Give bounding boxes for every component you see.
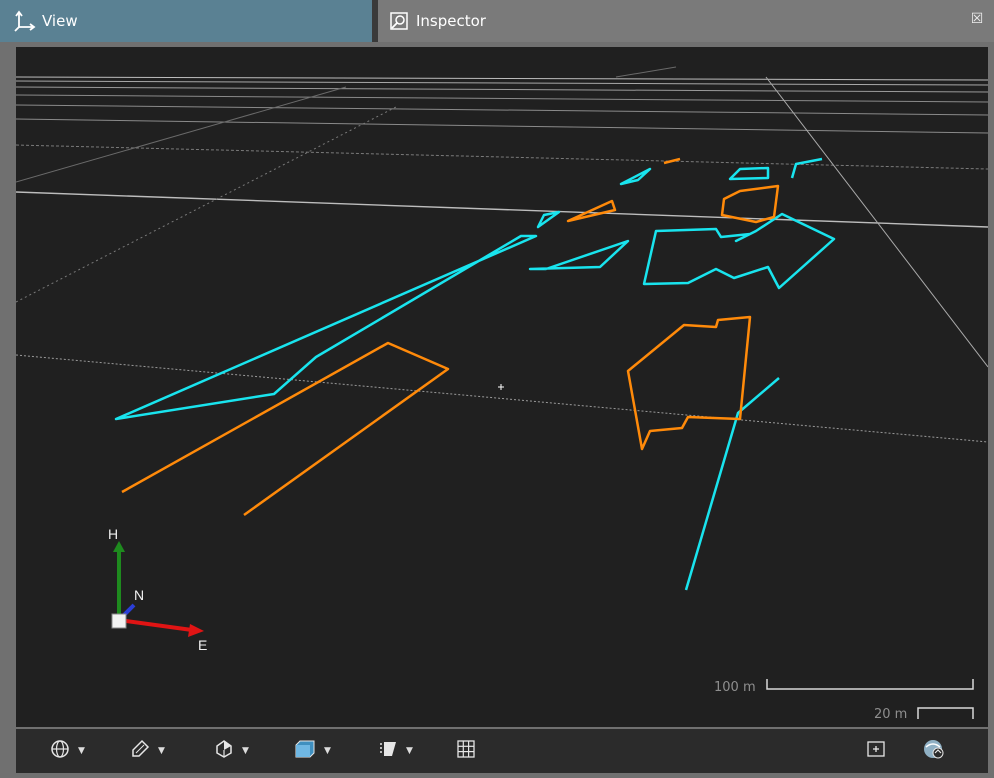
crosshair [498,384,504,390]
grid-icon [456,739,476,763]
ground-grid [16,66,988,443]
shading-icon [214,739,234,763]
zoom-extent-icon [866,739,886,763]
chevron-down-icon[interactable]: ▼ [406,746,413,756]
scale-small-label: 20 m [874,707,908,722]
tab-bar: View Inspector ☒ [0,0,994,42]
globe-button[interactable]: ▼ [50,737,85,765]
chevron-down-icon[interactable]: ▼ [158,746,165,756]
zoom-extent-button[interactable] [866,737,886,765]
shading-button[interactable]: ▼ [214,737,249,765]
chevron-down-icon[interactable]: ▼ [78,746,85,756]
orange-polylines [121,157,780,517]
compass-north-label: N [134,587,144,603]
filter-button[interactable]: ▼ [378,737,413,765]
axes-icon [14,10,36,32]
measure-tool-icon [130,739,150,763]
orientation-gizmo: H N E [108,526,207,653]
tab-view[interactable]: View [0,0,372,42]
scale-bars [766,679,974,719]
camera-sync-button[interactable] [922,737,946,765]
tab-inspector[interactable]: Inspector [378,0,938,42]
compass-east-label: E [198,637,207,653]
close-icon[interactable]: ☒ [968,10,986,28]
globe-icon [50,739,70,763]
scene-canvas: H N E [16,66,988,719]
box-icon [294,739,316,763]
measure-tool-button[interactable]: ▼ [130,737,165,765]
chevron-down-icon[interactable]: ▼ [324,746,331,756]
tab-inspector-label: Inspector [416,12,486,30]
3d-view-window: View Inspector ☒ H N E 100 m 20 m ▼ ▼ ▼ … [0,0,994,778]
3d-viewport[interactable]: H N E 100 m 20 m [16,47,988,727]
camera-sync-icon [922,738,946,764]
compass-up-label: H [108,526,118,542]
inspector-icon [388,10,410,32]
scale-large-label: 100 m [714,680,756,695]
tab-view-label: View [42,12,78,30]
view-toolbar: ▼ ▼ ▼ ▼ ▼ [16,729,988,773]
chevron-down-icon[interactable]: ▼ [242,746,249,756]
box-button[interactable]: ▼ [294,737,331,765]
grid-button[interactable] [456,737,476,765]
filter-icon [378,739,398,763]
cyan-polylines [114,157,836,591]
